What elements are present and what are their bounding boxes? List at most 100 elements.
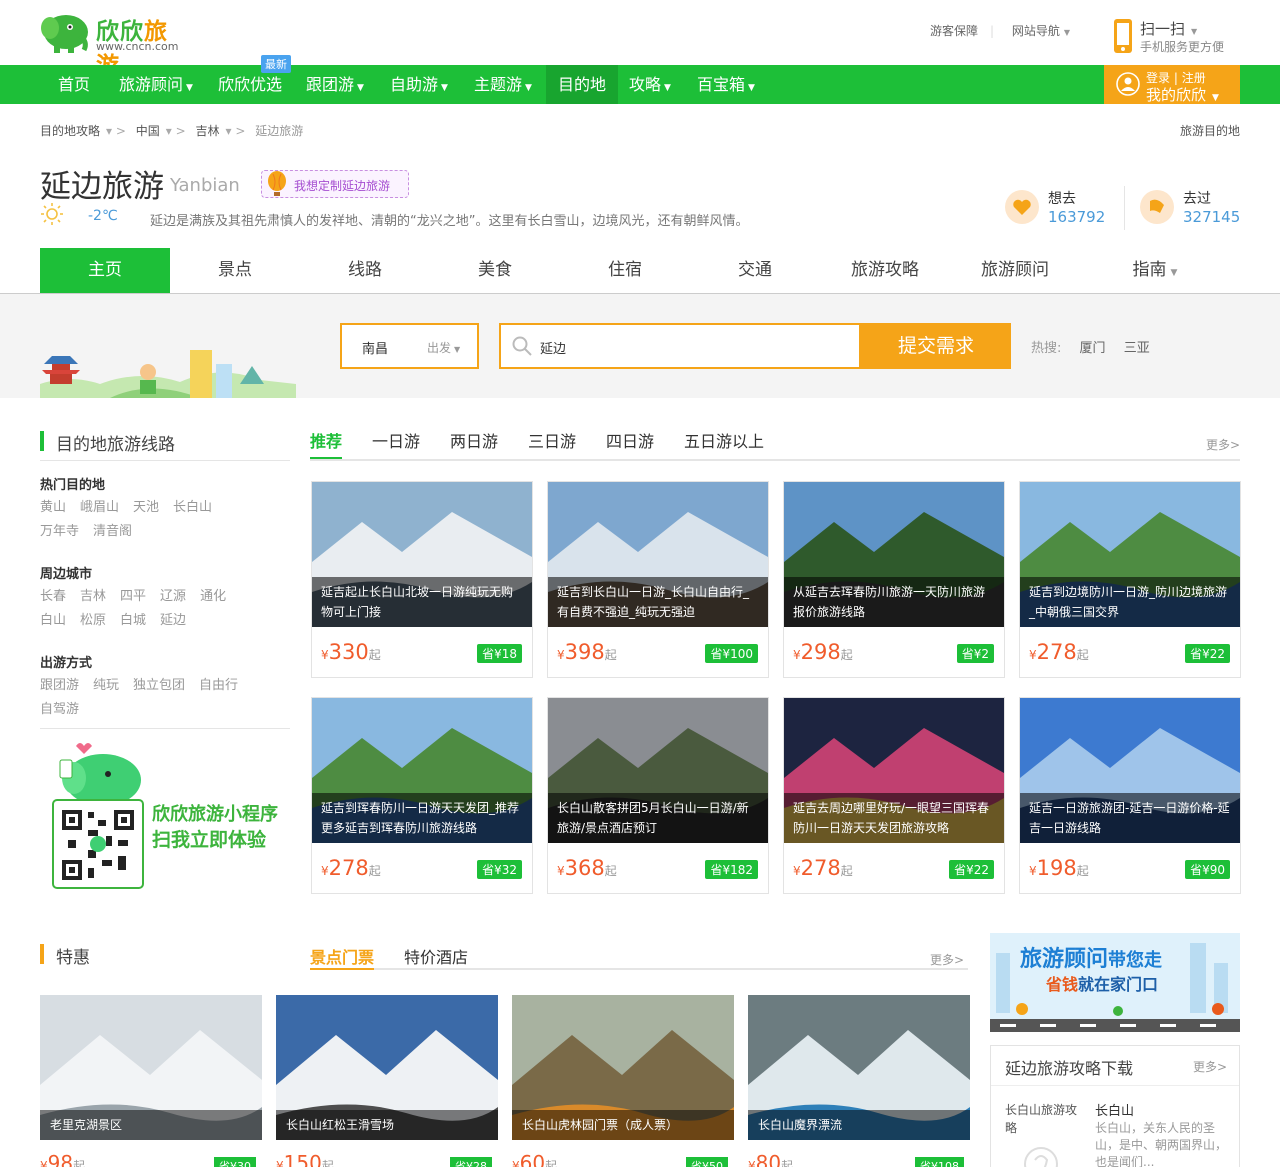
city-item[interactable]: 吉林 bbox=[80, 589, 106, 604]
hot-dest-item[interactable]: 天池 bbox=[133, 500, 159, 515]
tab-routes[interactable]: 线路 bbox=[300, 248, 430, 293]
price-unit: 起 bbox=[781, 1159, 794, 1167]
deals-more-link[interactable]: 更多> bbox=[930, 951, 964, 968]
link-guarantee[interactable]: 游客保障 bbox=[930, 24, 978, 38]
route-card[interactable]: 延吉一日游旅游团-延吉一日游价格-延吉一日游线路 ¥198起 省¥90 bbox=[1019, 697, 1241, 894]
hot-search-item[interactable]: 厦门 bbox=[1080, 341, 1106, 356]
hot-dest-item[interactable]: 清音阁 bbox=[93, 524, 132, 539]
tab-food[interactable]: 美食 bbox=[430, 248, 560, 293]
city-item[interactable]: 白山 bbox=[40, 613, 66, 628]
route-card-price: ¥278起 bbox=[1029, 640, 1089, 664]
tab-home-label: 主页 bbox=[88, 260, 122, 280]
hot-dest-item[interactable]: 长白山 bbox=[173, 500, 212, 515]
been-stat[interactable]: 去过 327145 bbox=[1139, 188, 1240, 228]
tab-traffic[interactable]: 交通 bbox=[690, 248, 820, 293]
crumb-jilin[interactable]: 吉林 bbox=[196, 124, 220, 138]
nav-group-tour[interactable]: 跟团游 ▼ bbox=[298, 65, 372, 104]
route-card-title: 从延吉去珲春防川旅游一天防川旅游报价旅游线路 bbox=[784, 577, 1004, 627]
city-item[interactable]: 四平 bbox=[120, 589, 146, 604]
route-card-title: 延吉到边境防川一日游_防川边境旅游_中朝俄三国交界 bbox=[1020, 577, 1240, 627]
tab-home[interactable]: 主页 bbox=[40, 248, 170, 293]
price-unit: 起 bbox=[368, 648, 381, 662]
route-card[interactable]: 长白山散客拼团5月长白山一日游/新旅游/景点酒店预订 ¥368起 省¥182 bbox=[547, 697, 769, 894]
mini-program-promo[interactable]: 欣欣旅游小程序 扫我立即体验 bbox=[40, 730, 290, 890]
scan-qr[interactable]: 扫一扫 ▼ 手机服务更方便 bbox=[1110, 16, 1250, 56]
nav-destination[interactable]: 目的地 bbox=[546, 65, 619, 104]
guide-item-name[interactable]: 长白山 bbox=[1095, 1100, 1134, 1119]
nav-guide[interactable]: 攻略 ▼ bbox=[621, 65, 679, 104]
deal-card[interactable]: 老里克湖景区 ¥98起 省¥30 bbox=[40, 995, 262, 1167]
elephant-logo-icon bbox=[41, 15, 88, 53]
search-input[interactable]: 延边 bbox=[499, 323, 861, 369]
city-item[interactable]: 长春 bbox=[40, 589, 66, 604]
nav-toolbox[interactable]: 百宝箱 ▼ bbox=[689, 65, 763, 104]
route-card[interactable]: 延吉到边境防川一日游_防川边境旅游_中朝俄三国交界 ¥278起 省¥22 bbox=[1019, 481, 1241, 678]
from-label: 出发 ▼ bbox=[427, 339, 460, 356]
way-item[interactable]: 自驾游 bbox=[40, 702, 79, 717]
crumb-china[interactable]: 中国 bbox=[136, 124, 160, 138]
login-box[interactable]: 登录 | 注册 我的欣欣 ▼ bbox=[1104, 65, 1240, 104]
nav-self-tour[interactable]: 自助游 ▼ bbox=[382, 65, 456, 104]
tab-hotel[interactable]: 住宿 bbox=[560, 248, 690, 293]
way-item[interactable]: 纯玩 bbox=[93, 678, 119, 693]
subtab-tickets[interactable]: 景点门票 bbox=[310, 944, 374, 968]
tab-manual[interactable]: 指南 ▼ bbox=[1090, 248, 1220, 293]
route-card[interactable]: 延吉到珲春防川一日游天天发团_推荐更多延吉到珲春防川旅游线路 ¥278起 省¥32 bbox=[311, 697, 533, 894]
subtab-hotels[interactable]: 特价酒店 bbox=[404, 944, 468, 968]
route-card[interactable]: 从延吉去珲春防川旅游一天防川旅游报价旅游线路 ¥298起 省¥2 bbox=[783, 481, 1005, 678]
city-item[interactable]: 辽源 bbox=[160, 589, 186, 604]
advisor-banner[interactable]: 旅游顾问带您走 省钱就在家门口 bbox=[990, 933, 1240, 1032]
route-card[interactable]: 延吉起止长白山北坡一日游纯玩无购物可上门接 ¥330起 省¥18 bbox=[311, 481, 533, 678]
flag-icon bbox=[1140, 190, 1174, 224]
login-link[interactable]: 登录 bbox=[1146, 71, 1170, 85]
crumb-guide[interactable]: 目的地攻略 bbox=[40, 124, 100, 138]
route-card[interactable]: 延吉去周边哪里好玩/一眼望三国珲春防川一日游天天发团旅游攻略 ¥278起 省¥22 bbox=[783, 697, 1005, 894]
subtab-2day[interactable]: 两日游 bbox=[450, 428, 498, 452]
routes-more-link[interactable]: 更多> bbox=[1206, 436, 1240, 453]
city-item[interactable]: 松原 bbox=[80, 613, 106, 628]
currency-symbol: ¥ bbox=[321, 648, 329, 662]
nav-selected-label: 欣欣优选 bbox=[218, 75, 283, 94]
hot-dest-item[interactable]: 峨眉山 bbox=[80, 500, 119, 515]
route-card[interactable]: 延吉到长白山一日游_长白山自由行_有自费不强迫_纯玩无强迫 ¥398起 省¥100 bbox=[547, 481, 769, 678]
tab-advisor[interactable]: 旅游顾问 bbox=[950, 248, 1080, 293]
subtab-5day-plus[interactable]: 五日游以上 bbox=[684, 428, 764, 452]
nav-advisor[interactable]: 旅游顾问 ▼ bbox=[111, 65, 201, 104]
nav-group-tour-label: 跟团游 bbox=[306, 75, 355, 94]
submit-request-button[interactable]: 提交需求 bbox=[861, 323, 1011, 369]
city-item[interactable]: 白城 bbox=[120, 613, 146, 628]
hot-dest-item[interactable]: 黄山 bbox=[40, 500, 66, 515]
currency-symbol: ¥ bbox=[1029, 864, 1037, 878]
hot-search-item[interactable]: 三亚 bbox=[1124, 341, 1150, 356]
subtab-4day[interactable]: 四日游 bbox=[606, 428, 654, 452]
tab-spots[interactable]: 景点 bbox=[170, 248, 300, 293]
subtab-recommend[interactable]: 推荐 bbox=[310, 428, 343, 459]
want-go-stat[interactable]: 想去 163792 bbox=[1004, 188, 1105, 228]
chevron-down-icon: ▼ bbox=[1063, 28, 1070, 37]
way-item[interactable]: 自由行 bbox=[199, 678, 238, 693]
deal-card[interactable]: 长白山魔界漂流 ¥80起 省¥108 bbox=[748, 995, 970, 1167]
logo[interactable]: 欣欣旅游 www.cncn.com bbox=[40, 8, 190, 79]
from-city-select[interactable]: 南昌 出发 ▼ bbox=[340, 323, 479, 369]
city-item[interactable]: 延边 bbox=[160, 613, 186, 628]
subtab-3day[interactable]: 三日游 bbox=[528, 428, 576, 452]
register-link[interactable]: 注册 bbox=[1182, 71, 1206, 85]
guide-more-link[interactable]: 更多> bbox=[1193, 1058, 1227, 1075]
guide-item-desc: 长白山，关东人民的圣山，是中、朝两国界山，也是闻们... bbox=[1095, 1121, 1228, 1167]
nav-home[interactable]: 首页 bbox=[50, 65, 98, 104]
nav-theme-tour[interactable]: 主题游 ▼ bbox=[466, 65, 540, 104]
city-item[interactable]: 通化 bbox=[200, 589, 226, 604]
deal-card[interactable]: 长白山虎林园门票（成人票） ¥60起 省¥50 bbox=[512, 995, 734, 1167]
tab-guide[interactable]: 旅游攻略 bbox=[820, 248, 950, 293]
link-site-nav[interactable]: 网站导航 bbox=[1012, 24, 1060, 38]
custom-trip-button[interactable]: 我想定制延边旅游 bbox=[261, 170, 409, 198]
way-item[interactable]: 跟团游 bbox=[40, 678, 79, 693]
crumb-right[interactable]: 旅游目的地 bbox=[1180, 122, 1240, 139]
guide-book-cover[interactable]: 长白山旅游攻略 bbox=[1005, 1101, 1081, 1137]
my-cncn[interactable]: 我的欣欣 ▼ bbox=[1146, 84, 1219, 105]
hot-dest-item[interactable]: 万年寺 bbox=[40, 524, 79, 539]
routes-title: 目的地旅游线路 bbox=[56, 435, 175, 455]
subtab-1day[interactable]: 一日游 bbox=[372, 428, 420, 452]
deal-card[interactable]: 长白山红松王滑雪场 ¥150起 省¥28 bbox=[276, 995, 498, 1167]
way-item[interactable]: 独立包团 bbox=[133, 678, 185, 693]
